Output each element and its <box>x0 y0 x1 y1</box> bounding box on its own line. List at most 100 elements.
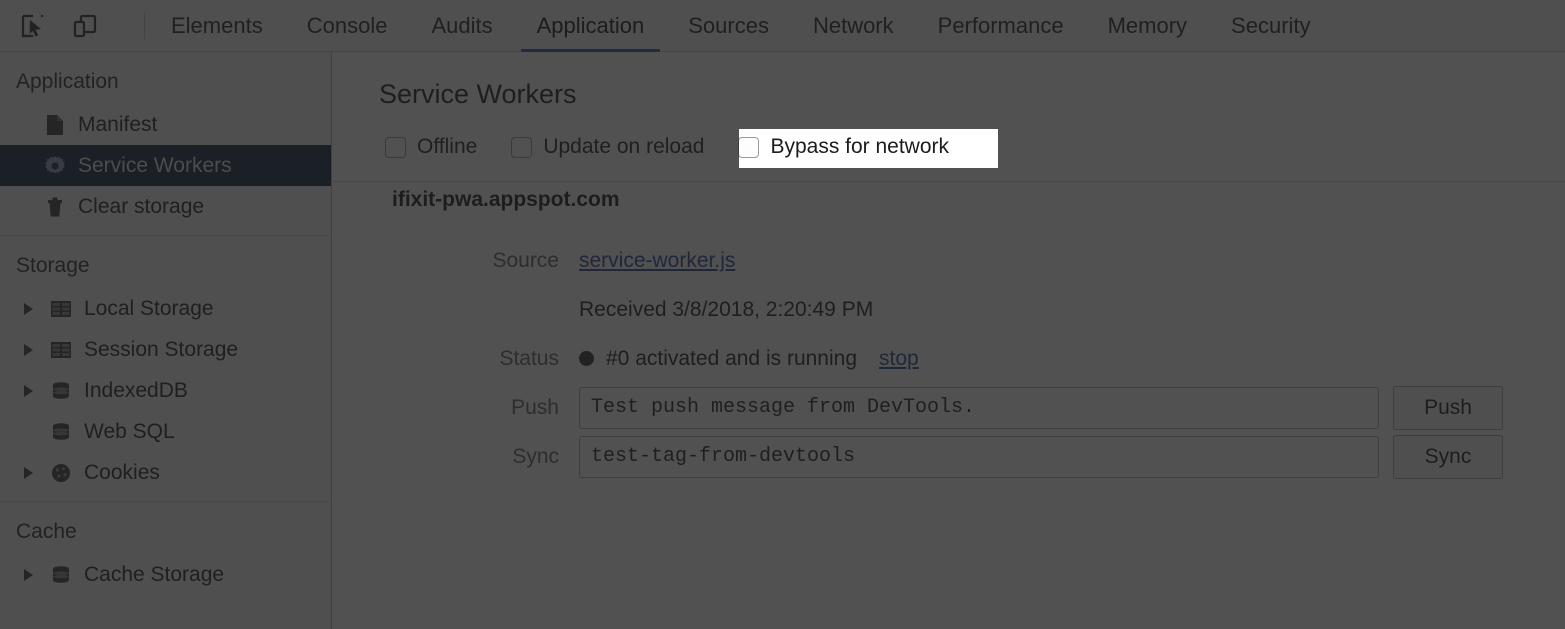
devtools-toolbar: Elements Console Audits Application Sour… <box>0 0 1565 52</box>
update-on-reload-checkbox[interactable] <box>511 137 532 158</box>
table-icon <box>50 298 72 320</box>
service-worker-detail-rows: Source service-worker.js Received 3/8/20… <box>333 212 1565 481</box>
panel-tabs: Elements Console Audits Application Sour… <box>149 0 1333 52</box>
sidebar-item-label: Web SQL <box>84 421 175 442</box>
tab-performance[interactable]: Performance <box>916 0 1086 52</box>
received-timestamp: Received 3/8/2018, 2:20:49 PM <box>579 298 873 322</box>
stop-link[interactable]: stop <box>879 347 919 371</box>
tab-network[interactable]: Network <box>791 0 916 52</box>
sidebar-header-application: Application <box>0 60 331 104</box>
received-body: Received 3/8/2018, 2:20:49 PM <box>579 298 1565 322</box>
sidebar-item-label: Cookies <box>84 462 160 483</box>
panel-divider <box>333 181 1565 182</box>
service-workers-panel: Service Workers Offline Update on reload… <box>333 52 1565 629</box>
tab-label: Sources <box>688 13 769 39</box>
push-label: Push <box>379 396 579 420</box>
source-row: Source service-worker.js <box>333 236 1565 285</box>
sidebar-item-cache-storage[interactable]: Cache Storage <box>0 554 331 595</box>
sidebar-item-indexeddb[interactable]: IndexedDB <box>0 370 331 411</box>
service-worker-options: Offline Update on reload Bypass for netw… <box>333 110 1565 166</box>
toolbar-icon-group <box>0 11 149 41</box>
toolbar-divider <box>144 13 145 39</box>
sidebar-section-cache: Cache Cache Storage <box>0 502 331 595</box>
database-icon <box>50 380 72 402</box>
bypass-for-network-label: Bypass for network <box>770 135 949 159</box>
tab-elements[interactable]: Elements <box>149 0 285 52</box>
tab-label: Application <box>537 13 645 39</box>
tab-label: Elements <box>171 13 263 39</box>
push-button[interactable]: Push <box>1393 386 1503 430</box>
received-row: Received 3/8/2018, 2:20:49 PM <box>333 285 1565 334</box>
tab-label: Performance <box>938 13 1064 39</box>
service-worker-origin: ifixit-pwa.appspot.com <box>333 166 1565 212</box>
sidebar-item-session-storage[interactable]: Session Storage <box>0 329 331 370</box>
chevron-right-icon[interactable] <box>24 385 33 397</box>
sidebar-item-label: IndexedDB <box>84 380 188 401</box>
offline-checkbox[interactable] <box>385 137 406 158</box>
push-input[interactable]: Test push message from DevTools. <box>579 387 1379 429</box>
tab-memory[interactable]: Memory <box>1086 0 1209 52</box>
offline-label: Offline <box>417 135 477 159</box>
sync-row: Sync test-tag-from-devtools Sync <box>333 432 1565 481</box>
sidebar-item-label: Clear storage <box>78 196 204 217</box>
chevron-right-icon[interactable] <box>24 467 33 479</box>
devtools-window: Elements Console Audits Application Sour… <box>0 0 1565 629</box>
tab-label: Security <box>1231 13 1310 39</box>
cookie-icon <box>50 462 72 484</box>
chevron-right-icon[interactable] <box>24 344 33 356</box>
status-body: #0 activated and is running stop <box>579 347 1565 371</box>
inspect-element-icon[interactable] <box>18 11 48 41</box>
tab-sources[interactable]: Sources <box>666 0 791 52</box>
sync-button[interactable]: Sync <box>1393 435 1503 479</box>
database-icon <box>50 564 72 586</box>
source-body: service-worker.js <box>579 249 1565 273</box>
sidebar-item-service-workers[interactable]: Service Workers <box>0 145 331 186</box>
sidebar-item-label: Manifest <box>78 114 157 135</box>
sidebar-item-cookies[interactable]: Cookies <box>0 452 331 493</box>
tab-label: Memory <box>1108 13 1187 39</box>
sidebar-item-label: Service Workers <box>78 155 232 176</box>
tab-application[interactable]: Application <box>515 0 667 52</box>
sidebar-item-local-storage[interactable]: Local Storage <box>0 288 331 329</box>
trash-icon <box>44 196 66 218</box>
chevron-right-icon[interactable] <box>24 303 33 315</box>
status-indicator-icon <box>579 351 594 366</box>
device-toolbar-icon[interactable] <box>70 11 100 41</box>
database-icon <box>50 421 72 443</box>
tab-label: Network <box>813 13 894 39</box>
gear-icon <box>44 155 66 177</box>
tab-audits[interactable]: Audits <box>409 0 514 52</box>
sidebar-item-label: Local Storage <box>84 298 214 319</box>
sidebar-header-cache: Cache <box>0 510 331 554</box>
status-row: Status #0 activated and is running stop <box>333 334 1565 383</box>
sidebar-item-clear-storage[interactable]: Clear storage <box>0 186 331 227</box>
update-on-reload-checkbox-row[interactable]: Update on reload <box>505 131 710 163</box>
sidebar-item-web-sql[interactable]: Web SQL <box>0 411 331 452</box>
update-on-reload-label: Update on reload <box>543 135 704 159</box>
devtools-ui: Elements Console Audits Application Sour… <box>0 0 1565 629</box>
sync-input[interactable]: test-tag-from-devtools <box>579 436 1379 478</box>
tab-label: Console <box>307 13 388 39</box>
sidebar-item-manifest[interactable]: Manifest <box>0 104 331 145</box>
tab-console[interactable]: Console <box>285 0 410 52</box>
tab-label: Audits <box>431 13 492 39</box>
source-label: Source <box>379 249 579 273</box>
bypass-for-network-checkbox[interactable] <box>738 137 759 158</box>
sidebar-section-application: Application Manifest <box>0 52 331 236</box>
offline-checkbox-row[interactable]: Offline <box>379 131 483 163</box>
status-label: Status <box>379 347 579 371</box>
sidebar-item-label: Session Storage <box>84 339 238 360</box>
chevron-right-icon[interactable] <box>24 569 33 581</box>
sync-body: test-tag-from-devtools Sync <box>579 435 1565 479</box>
table-icon <box>50 339 72 361</box>
document-icon <box>44 114 66 136</box>
application-sidebar[interactable]: Application Manifest <box>0 52 332 629</box>
sidebar-section-storage: Storage Local St <box>0 236 331 502</box>
sync-label: Sync <box>379 445 579 469</box>
bypass-for-network-checkbox-row[interactable]: Bypass for network <box>732 131 955 163</box>
service-worker-script-link[interactable]: service-worker.js <box>579 249 735 273</box>
status-text: #0 activated and is running <box>606 347 857 371</box>
tab-security[interactable]: Security <box>1209 0 1332 52</box>
page-title: Service Workers <box>333 52 1565 110</box>
sidebar-header-storage: Storage <box>0 244 331 288</box>
